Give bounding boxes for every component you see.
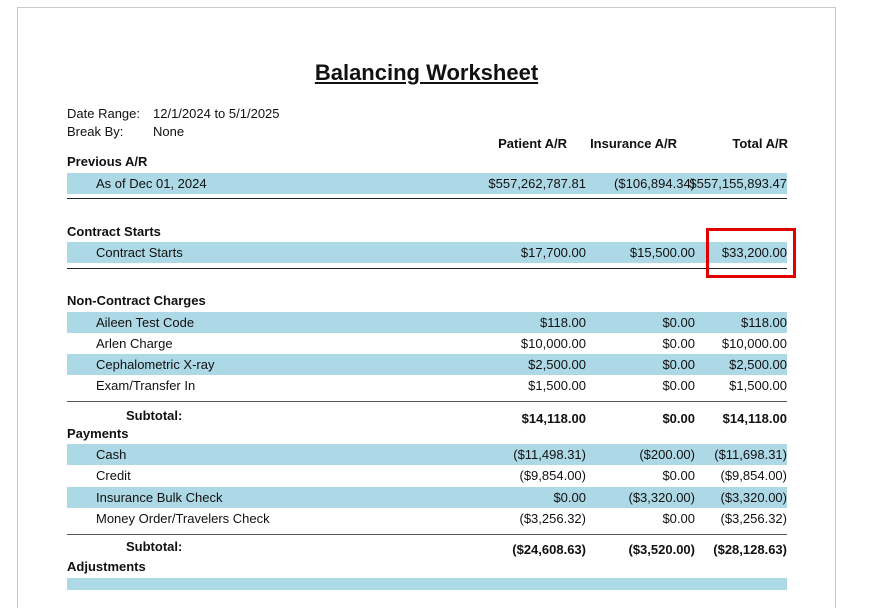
row-patient: $10,000.00: [520, 336, 586, 351]
row-patient: $557,262,787.81: [488, 176, 586, 191]
subtotal-label: Subtotal:: [126, 539, 183, 554]
divider: [67, 401, 787, 402]
row-label: Arlen Charge: [96, 336, 173, 351]
table-row: Cephalometric X-ray $2,500.00 $0.00 $2,5…: [67, 354, 787, 375]
row-label: Contract Starts: [96, 245, 183, 260]
subtotal-patient: ($24,608.63): [512, 542, 586, 557]
break-by: Break By: None: [67, 124, 184, 139]
table-row: Contract Starts $17,700.00 $15,500.00 $3…: [67, 242, 787, 263]
subtotal-insurance: ($3,520.00): [628, 542, 696, 557]
row-total: $1,500.00: [729, 378, 787, 393]
subtotal-label: Subtotal:: [126, 408, 183, 423]
subtotal-patient: $14,118.00: [521, 411, 586, 426]
table-row: Insurance Bulk Check $0.00 ($3,320.00) (…: [67, 487, 787, 508]
row-label: Exam/Transfer In: [96, 378, 196, 393]
row-patient: ($3,256.32): [519, 511, 587, 526]
row-insurance: $0.00: [662, 468, 695, 483]
highlight-box: [706, 228, 796, 278]
row-total: $118.00: [740, 315, 787, 330]
table-row: Money Order/Travelers Check ($3,256.32) …: [67, 508, 787, 529]
row-insurance: $0.00: [662, 378, 695, 393]
row-label: Cash: [96, 447, 127, 462]
row-label: Cephalometric X-ray: [96, 357, 215, 372]
section-adjustments: Adjustments: [67, 559, 146, 574]
subtotal-row: Subtotal: $14,118.00 $0.00 $14,118.00: [67, 405, 787, 426]
row-label: As of Dec 01, 2024: [96, 176, 207, 191]
table-row: [67, 578, 787, 590]
row-patient: $17,700.00: [520, 245, 586, 260]
row-insurance: ($106,894.34): [614, 176, 695, 191]
row-patient: $1,500.00: [528, 378, 586, 393]
section-non-contract-charges: Non-Contract Charges: [67, 293, 206, 308]
row-patient: ($11,498.31): [513, 447, 586, 462]
col-header-insurance: Insurance A/R: [590, 136, 677, 151]
col-header-patient: Patient A/R: [498, 136, 567, 151]
date-range-value: 12/1/2024 to 5/1/2025: [153, 106, 280, 121]
table-row: Arlen Charge $10,000.00 $0.00 $10,000.00: [67, 333, 787, 354]
table-row: Credit ($9,854.00) $0.00 ($9,854.00): [67, 465, 787, 486]
table-row: Exam/Transfer In $1,500.00 $0.00 $1,500.…: [67, 375, 787, 396]
table-row: Cash ($11,498.31) ($200.00) ($11,698.31): [67, 444, 787, 465]
row-insurance: $0.00: [662, 315, 695, 330]
date-range: Date Range: 12/1/2024 to 5/1/2025: [67, 106, 280, 121]
table-row: As of Dec 01, 2024 $557,262,787.81 ($106…: [67, 173, 787, 194]
row-patient: $0.00: [553, 490, 586, 505]
divider: [67, 534, 787, 535]
subtotal-total: $14,118.00: [722, 411, 787, 426]
row-total: $2,500.00: [729, 357, 787, 372]
subtotal-total: ($28,128.63): [713, 542, 787, 557]
row-total: $10,000.00: [721, 336, 787, 351]
subtotal-row: Subtotal: ($24,608.63) ($3,520.00) ($28,…: [67, 536, 787, 557]
row-insurance: $0.00: [662, 336, 695, 351]
row-total: $557,155,893.47: [689, 176, 787, 191]
report-page: Balancing Worksheet Date Range: 12/1/2024…: [17, 7, 836, 608]
row-total: ($9,854.00): [720, 468, 788, 483]
date-range-label: Date Range:: [67, 106, 140, 121]
row-insurance: ($200.00): [639, 447, 695, 462]
row-insurance: ($3,320.00): [628, 490, 696, 505]
row-insurance: $15,500.00: [629, 245, 695, 260]
row-label: Money Order/Travelers Check: [96, 511, 270, 526]
row-label: Credit: [96, 468, 131, 483]
section-contract-starts: Contract Starts: [67, 224, 161, 239]
subtotal-insurance: $0.00: [662, 411, 695, 426]
section-payments: Payments: [67, 426, 129, 441]
section-previous-ar: Previous A/R: [67, 154, 148, 169]
row-total: ($11,698.31): [714, 447, 787, 462]
break-by-value: None: [153, 124, 185, 139]
col-header-total: Total A/R: [732, 136, 788, 151]
row-patient: $2,500.00: [528, 357, 586, 372]
row-insurance: $0.00: [662, 357, 695, 372]
report-title: Balancing Worksheet: [314, 60, 539, 85]
row-label: Insurance Bulk Check: [96, 490, 223, 505]
break-by-label: Break By:: [67, 124, 124, 139]
row-label: Aileen Test Code: [96, 315, 195, 330]
row-patient: ($9,854.00): [519, 468, 587, 483]
divider: [67, 198, 787, 199]
table-row: Aileen Test Code $118.00 $0.00 $118.00: [67, 312, 787, 333]
row-total: ($3,320.00): [720, 490, 788, 505]
row-total: ($3,256.32): [720, 511, 788, 526]
divider: [67, 268, 787, 269]
row-insurance: $0.00: [662, 511, 695, 526]
row-patient: $118.00: [539, 315, 586, 330]
